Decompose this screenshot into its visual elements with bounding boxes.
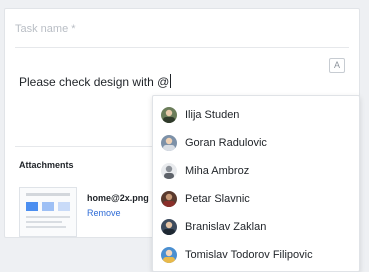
mention-name: Ilija Studen	[185, 109, 240, 121]
thumbnail-block	[26, 202, 38, 211]
text-caret	[170, 74, 172, 88]
mention-name: Branislav Zaklan	[185, 221, 267, 233]
editor-text: Please check design with @	[19, 75, 170, 89]
thumbnail-block	[42, 202, 54, 211]
avatar-icon	[161, 247, 177, 263]
mention-item-petar-slavnic[interactable]: Petar Slavnic	[153, 185, 359, 213]
mention-name: Goran Radulovic	[185, 137, 267, 149]
avatar-icon	[161, 107, 177, 123]
mention-item-ilija-studen[interactable]: Ilija Studen	[153, 101, 359, 129]
task-name-input[interactable]: Task name *	[15, 17, 335, 41]
thumbnail-header-bar	[26, 193, 70, 196]
description-editor[interactable]: Please check design with @	[19, 73, 219, 91]
avatar-icon	[161, 219, 177, 235]
mention-name: Tomislav Todorov Filipovic	[185, 249, 313, 261]
mention-name: Petar Slavnic	[185, 193, 250, 205]
avatar-icon	[161, 135, 177, 151]
avatar-icon	[161, 191, 177, 207]
mention-item-branislav-zaklan[interactable]: Branislav Zaklan	[153, 213, 359, 241]
text-format-icon[interactable]: A	[329, 58, 345, 73]
mention-name: Miha Ambroz	[185, 165, 250, 177]
attachment-file-name: home@2x.png	[87, 193, 149, 203]
avatar-icon	[161, 163, 177, 179]
attachment-remove-link[interactable]: Remove	[87, 208, 121, 218]
mention-item-goran-radulovic[interactable]: Goran Radulovic	[153, 129, 359, 157]
thumbnail-line	[26, 216, 70, 218]
attachments-title: Attachments	[19, 160, 74, 170]
thumbnail-line	[26, 226, 66, 228]
mention-item-tomislav-todorov-filipovic[interactable]: Tomislav Todorov Filipovic	[153, 241, 359, 269]
task-name-divider	[15, 47, 349, 48]
thumbnail-line	[26, 221, 62, 223]
thumbnail-block	[58, 202, 70, 211]
mention-dropdown: Ilija Studen Goran Radulovic Miha Ambroz…	[152, 95, 360, 272]
attachment-thumbnail[interactable]	[19, 187, 77, 237]
mention-item-miha-ambroz[interactable]: Miha Ambroz	[153, 157, 359, 185]
